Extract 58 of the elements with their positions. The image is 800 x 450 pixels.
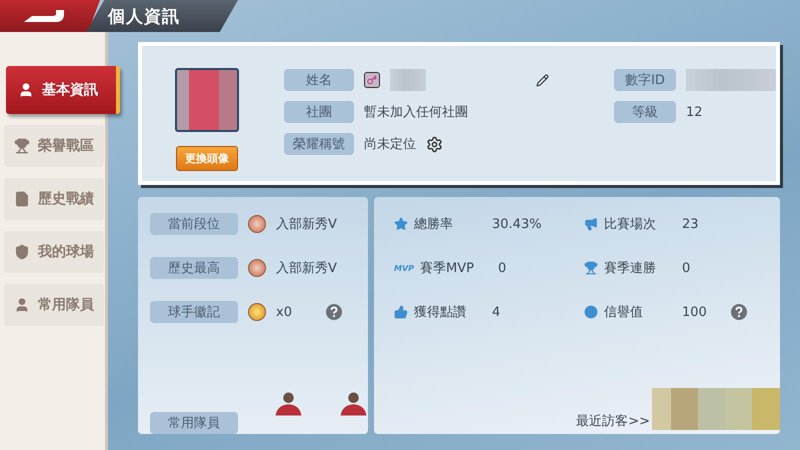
tab-icon <box>14 297 30 313</box>
stat-label: 賽季MVP <box>420 260 475 277</box>
field-value: x0 <box>276 304 292 320</box>
stat-value: 30.43% <box>492 216 542 232</box>
blurred-name <box>390 69 426 91</box>
field-label: 榮耀稱號 <box>284 133 354 155</box>
stat-value: 4 <box>492 304 500 320</box>
mvp-icon: MVP <box>394 264 414 272</box>
field-label: 歷史最高 <box>150 257 238 279</box>
field-label: 等級 <box>614 101 676 123</box>
rank-medal-icon <box>248 259 266 277</box>
tab-icon <box>14 191 30 207</box>
stat-label: 信譽值 <box>604 304 644 321</box>
stat-icon <box>584 217 598 231</box>
stat-value: 0 <box>498 260 506 276</box>
sidebar-tab[interactable]: 我的球場 <box>4 231 104 273</box>
stat-label: 獲得點讚 <box>414 304 467 321</box>
sidebar-tab[interactable]: 榮譽戰區 <box>4 125 104 167</box>
back-arrow-icon <box>22 8 66 24</box>
field-label: 球手徽記 <box>150 301 238 323</box>
change-avatar-button[interactable]: 更換頭像 <box>176 146 238 171</box>
stat-label: 賽季連勝 <box>604 260 657 277</box>
stat-icon <box>394 305 408 319</box>
stat-value: 0 <box>682 260 690 276</box>
avatar-placeholder <box>175 68 239 132</box>
field-label: 姓名 <box>284 69 354 91</box>
rank-medal-icon <box>248 215 266 233</box>
stat-value: 23 <box>682 216 699 232</box>
emblem-icon <box>248 303 266 321</box>
sidebar-tab[interactable]: 常用隊員 <box>4 284 104 326</box>
stat-icon <box>584 305 598 319</box>
help-icon[interactable] <box>730 304 747 320</box>
field-value: 12 <box>686 104 703 120</box>
tab-icon <box>14 138 30 154</box>
edit-icon[interactable] <box>536 74 549 86</box>
field-label: 常用隊員 <box>150 412 238 434</box>
stat-label: 總勝率 <box>414 216 454 233</box>
stat-icon <box>394 217 408 231</box>
tab-icon <box>14 244 30 260</box>
help-icon[interactable] <box>326 304 342 320</box>
tab-icon <box>18 82 34 98</box>
field-label: 當前段位 <box>150 213 238 235</box>
recent-visitors-link[interactable]: 最近訪客>> <box>576 412 650 430</box>
field-value: 暫未加入任何社團 <box>364 104 468 121</box>
field-value: 尚未定位 <box>364 136 416 153</box>
stat-value: 100 <box>682 304 707 320</box>
sidebar-tab[interactable]: 歷史戰績 <box>4 178 104 220</box>
stat-label: 比賽場次 <box>604 216 657 233</box>
field-value: 入部新秀Ⅴ <box>276 216 337 233</box>
back-button[interactable] <box>0 0 100 32</box>
badge-icon <box>364 72 380 88</box>
settings-icon[interactable] <box>426 136 443 152</box>
page-title: 個人資訊 <box>108 6 180 28</box>
field-label: 社團 <box>284 101 354 123</box>
field-value: 入部新秀Ⅴ <box>276 260 337 277</box>
sidebar-tab[interactable]: 基本資訊 <box>6 66 120 114</box>
field-label: 數字ID <box>614 69 676 91</box>
stat-icon <box>584 261 598 275</box>
